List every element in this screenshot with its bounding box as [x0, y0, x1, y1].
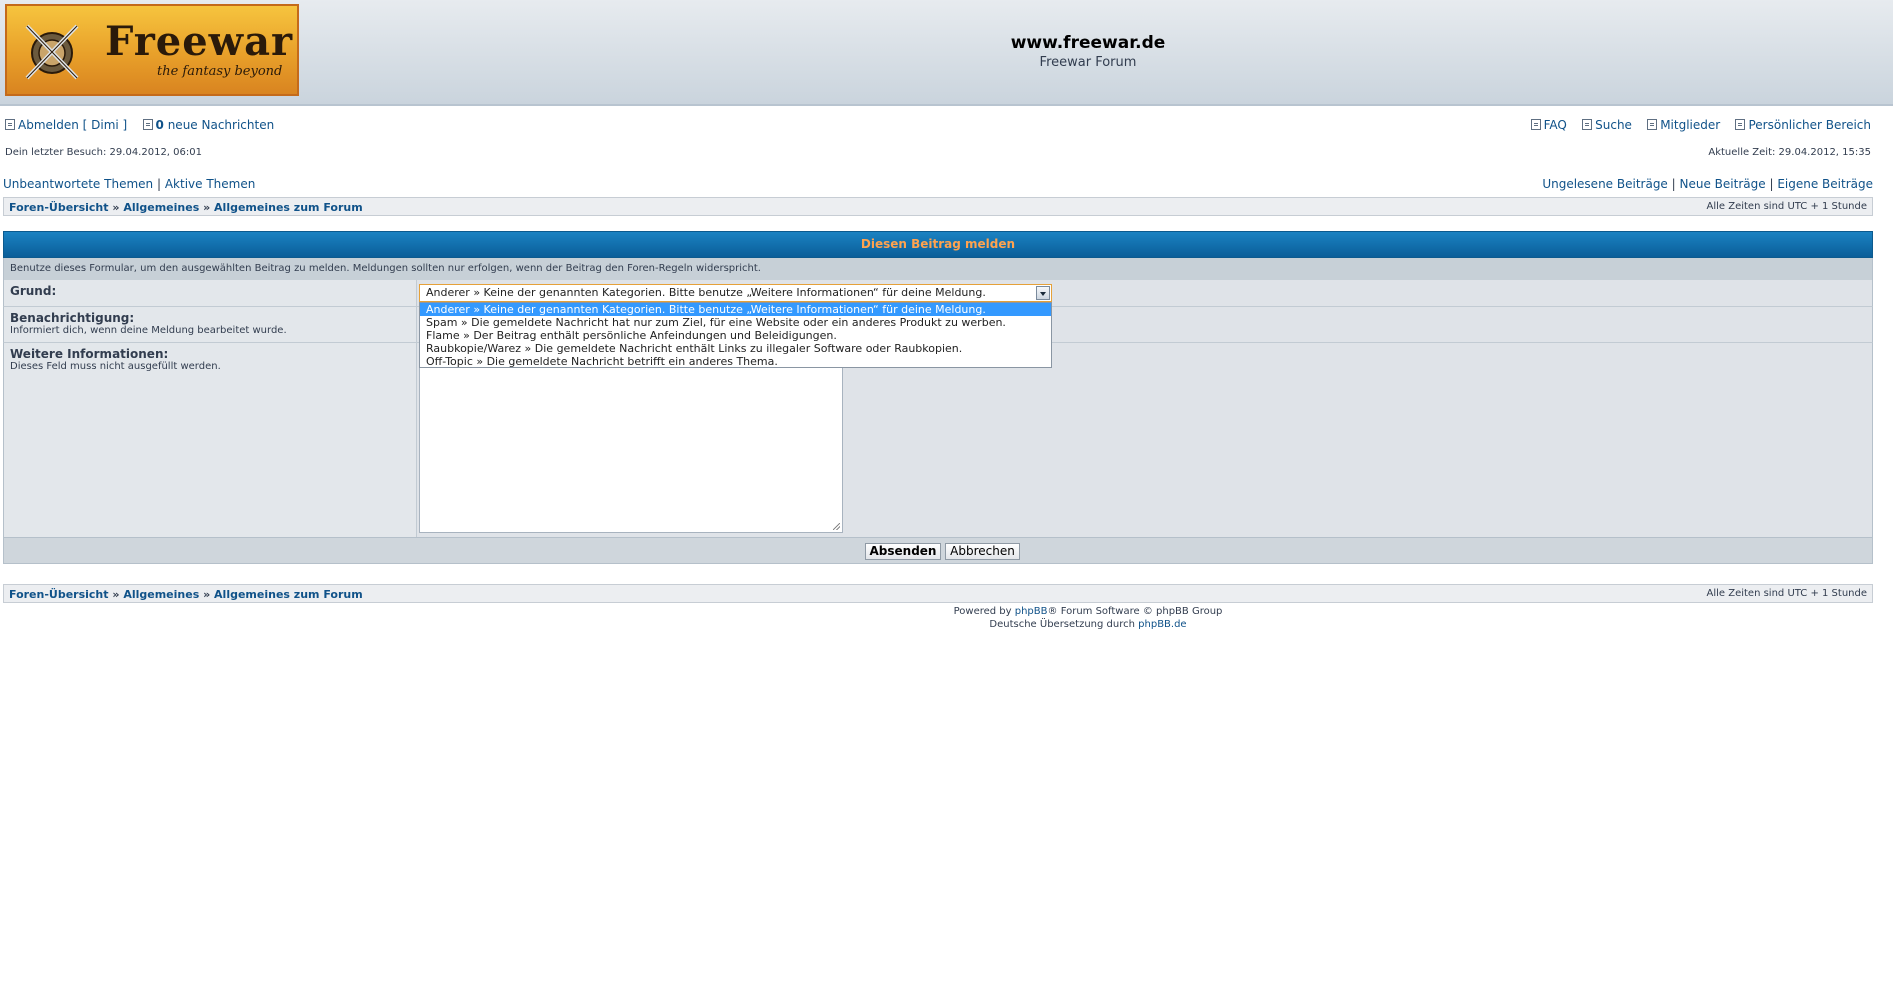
- unanswered-topics-link[interactable]: Unbeantwortete Themen: [3, 177, 153, 191]
- link-separator: |: [1769, 177, 1774, 191]
- messages-count: 0: [155, 118, 164, 132]
- messages-icon: [142, 119, 153, 130]
- members-icon: [1647, 119, 1658, 130]
- reason-dropdown-list: Anderer » Keine der genannten Kategorien…: [419, 302, 1052, 368]
- site-description: Freewar Forum: [1039, 55, 1137, 70]
- faq-icon: [1530, 119, 1541, 130]
- reason-option-spam[interactable]: Spam » Die gemeldete Nachricht hat nur z…: [420, 316, 1051, 329]
- site-title: www.freewar.de: [1010, 33, 1166, 53]
- info-row: Weitere Informationen: Dieses Feld muss …: [3, 342, 1873, 537]
- breadcrumb-separator: »: [112, 201, 120, 214]
- breadcrumb: Foren-Übersicht » Allgemeines » Allgemei…: [9, 201, 363, 214]
- powered-by-text: Powered by: [953, 606, 1012, 617]
- breadcrumb-forum[interactable]: Allgemeines zum Forum: [214, 201, 363, 214]
- reason-select[interactable]: Anderer » Keine der genannten Kategorien…: [419, 284, 1052, 302]
- reason-option-flame[interactable]: Flame » Der Beitrag enthält persönliche …: [420, 329, 1051, 342]
- reason-option-offtopic[interactable]: Off-Topic » Die gemeldete Nachricht betr…: [420, 355, 1051, 368]
- submit-button[interactable]: Absenden: [865, 543, 941, 560]
- cancel-button[interactable]: Abbrechen: [945, 543, 1020, 560]
- new-posts-link[interactable]: Neue Beiträge: [1680, 177, 1766, 191]
- own-posts-link[interactable]: Eigene Beiträge: [1777, 177, 1873, 191]
- notify-label-cell: Benachrichtigung: Informiert dich, wenn …: [4, 307, 417, 342]
- breadcrumb-index[interactable]: Foren-Übersicht: [9, 201, 109, 214]
- main-nav: FAQ Suche Mitglieder Persönlicher Bereic…: [1530, 118, 1871, 132]
- timezone-text: Alle Zeiten sind UTC + 1 Stunde: [1706, 201, 1868, 212]
- quick-links-right: Ungelesene Beiträge | Neue Beiträge | Ei…: [1542, 177, 1873, 191]
- last-visit-text: Dein letzter Besuch: 29.04.2012, 06:01: [5, 147, 202, 158]
- faq-link[interactable]: FAQ: [1544, 118, 1567, 132]
- reason-label: Grund:: [10, 284, 57, 298]
- user-nav: Abmelden [ Dimi ] 0 neue Nachrichten: [5, 118, 274, 132]
- chevron-down-icon[interactable]: [1036, 286, 1050, 300]
- info-label: Weitere Informationen:: [10, 347, 169, 361]
- info-hint: Dieses Feld muss nicht ausgefüllt werden…: [10, 361, 221, 372]
- report-form-intro: Benutze dieses Formular, um den ausgewäh…: [3, 258, 1873, 280]
- form-buttons-row: Absenden Abbrechen: [3, 537, 1873, 564]
- current-time-text: Aktuelle Zeit: 29.04.2012, 15:35: [1708, 147, 1871, 158]
- active-topics-link[interactable]: Aktive Themen: [165, 177, 256, 191]
- additional-info-textarea[interactable]: [419, 365, 843, 533]
- report-form-title: Diesen Beitrag melden: [3, 231, 1873, 258]
- powered-suffix-text: ® Forum Software © phpBB Group: [1047, 606, 1223, 617]
- breadcrumb-bar-bottom: Foren-Übersicht » Allgemeines » Allgemei…: [3, 584, 1873, 603]
- logout-icon: [5, 119, 15, 130]
- resize-grip-icon[interactable]: [833, 523, 840, 530]
- personal-area-icon: [1735, 119, 1746, 130]
- breadcrumb-category[interactable]: Allgemeines: [123, 201, 199, 214]
- messages-label: neue Nachrichten: [167, 118, 275, 132]
- breadcrumb-separator: »: [112, 588, 120, 601]
- breadcrumb-forum[interactable]: Allgemeines zum Forum: [214, 588, 363, 601]
- phpbb-link[interactable]: phpBB: [1015, 606, 1048, 617]
- logout-link[interactable]: Abmelden [ Dimi ]: [18, 118, 127, 132]
- search-icon: [1582, 119, 1593, 130]
- translation-line: Deutsche Übersetzung durch phpBB.de: [0, 619, 1893, 630]
- breadcrumb-index[interactable]: Foren-Übersicht: [9, 588, 109, 601]
- quick-links-left: Unbeantwortete Themen | Aktive Themen: [3, 177, 255, 191]
- reason-select-value: Anderer » Keine der genannten Kategorien…: [426, 286, 986, 299]
- breadcrumb-bar-top: Foren-Übersicht » Allgemeines » Allgemei…: [3, 197, 1873, 216]
- breadcrumb-separator: »: [203, 588, 211, 601]
- site-header: Freewar the fantasy beyond www.freewar.d…: [0, 0, 1893, 106]
- private-messages-link[interactable]: 0 neue Nachrichten: [156, 118, 275, 132]
- link-separator: |: [1671, 177, 1676, 191]
- info-label-cell: Weitere Informationen: Dieses Feld muss …: [4, 343, 417, 537]
- timezone-text: Alle Zeiten sind UTC + 1 Stunde: [1706, 588, 1868, 599]
- link-separator: |: [156, 177, 162, 191]
- breadcrumb-separator: »: [203, 201, 211, 214]
- reason-option-other[interactable]: Anderer » Keine der genannten Kategorien…: [420, 303, 1051, 316]
- notify-label: Benachrichtigung:: [10, 311, 135, 325]
- unread-posts-link[interactable]: Ungelesene Beiträge: [1542, 177, 1667, 191]
- reason-label-cell: Grund:: [4, 280, 417, 306]
- translation-text: Deutsche Übersetzung durch: [989, 619, 1135, 630]
- breadcrumb: Foren-Übersicht » Allgemeines » Allgemei…: [9, 588, 363, 601]
- breadcrumb-category[interactable]: Allgemeines: [123, 588, 199, 601]
- members-link[interactable]: Mitglieder: [1660, 118, 1720, 132]
- personal-area-link[interactable]: Persönlicher Bereich: [1748, 118, 1871, 132]
- copyright-line: Powered by phpBB® Forum Software © phpBB…: [0, 606, 1893, 617]
- reason-option-warez[interactable]: Raubkopie/Warez » Die gemeldete Nachrich…: [420, 342, 1051, 355]
- notify-hint: Informiert dich, wenn deine Meldung bear…: [10, 325, 287, 336]
- search-link[interactable]: Suche: [1595, 118, 1632, 132]
- phpbb-de-link[interactable]: phpBB.de: [1138, 619, 1186, 630]
